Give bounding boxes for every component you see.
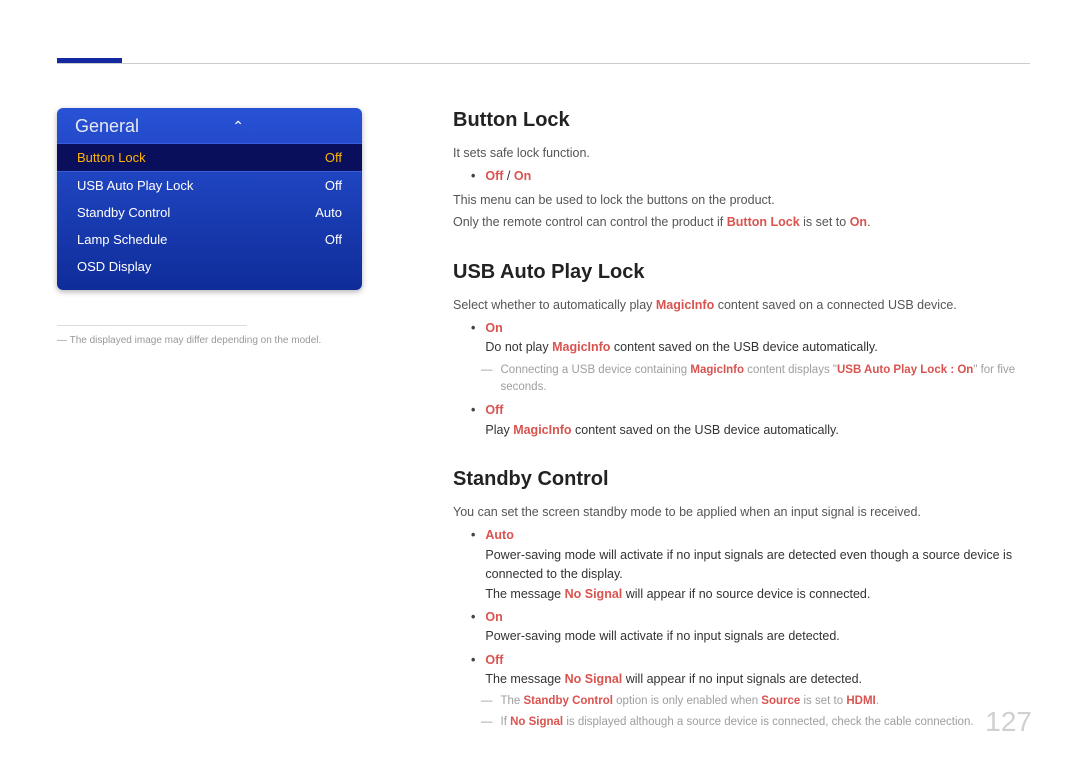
note: ― If No Signal is displayed although a s…: [481, 714, 1030, 732]
osd-item-value: Auto: [315, 205, 342, 220]
note-body: The Standby Control option is only enabl…: [501, 693, 879, 711]
option-off: Off: [485, 169, 503, 183]
bullet-on: • On Power-saving mode will activate if …: [453, 608, 1030, 647]
osd-menu-title: General: [75, 116, 139, 137]
bullet-body: Off / On: [485, 167, 1030, 186]
footnote-rule: [57, 325, 247, 326]
bullet-on: • On Do not play MagicInfo content saved…: [453, 319, 1030, 358]
heading-button-lock: Button Lock: [453, 105, 1030, 136]
bullet-icon: •: [453, 608, 475, 647]
header-rule: [57, 63, 1030, 64]
osd-menu-panel: General ⌃ Button Lock Off USB Auto Play …: [57, 108, 362, 290]
dash-icon: ―: [481, 714, 493, 732]
slash: /: [503, 169, 513, 183]
bullet-icon: •: [453, 319, 475, 358]
bullet-off: • Off Play MagicInfo content saved on th…: [453, 401, 1030, 440]
bullet-icon: •: [453, 651, 475, 690]
dash-icon: ―: [481, 693, 493, 711]
bullet-icon: •: [453, 401, 475, 440]
bullet-off: • Off The message No Signal will appear …: [453, 651, 1030, 690]
note: ― The Standby Control option is only ena…: [481, 693, 1030, 711]
text: This menu can be used to lock the button…: [453, 191, 1030, 210]
bullet-icon: •: [453, 526, 475, 604]
osd-item-button-lock[interactable]: Button Lock Off: [57, 143, 362, 172]
note: ― Connecting a USB device containing Mag…: [481, 362, 1030, 398]
heading-standby-control: Standby Control: [453, 464, 1030, 495]
note-body: If No Signal is displayed although a sou…: [501, 714, 974, 732]
text: Select whether to automatically play Mag…: [453, 296, 1030, 315]
bullet-body: Off The message No Signal will appear if…: [485, 651, 1030, 690]
osd-item-label: Button Lock: [77, 150, 146, 165]
text: It sets safe lock function.: [453, 144, 1030, 163]
osd-item-usb-auto-play-lock[interactable]: USB Auto Play Lock Off: [57, 172, 362, 199]
bullet-body: On Do not play MagicInfo content saved o…: [485, 319, 1030, 358]
bullet-body: On Power-saving mode will activate if no…: [485, 608, 1030, 647]
bullet: • Off / On: [453, 167, 1030, 186]
osd-item-label: USB Auto Play Lock: [77, 178, 193, 193]
osd-menu-header: General ⌃: [57, 108, 362, 143]
osd-item-label: OSD Display: [77, 259, 151, 274]
osd-item-label: Lamp Schedule: [77, 232, 167, 247]
heading-usb-auto-play-lock: USB Auto Play Lock: [453, 257, 1030, 288]
option-on: On: [514, 169, 531, 183]
osd-item-osd-display[interactable]: OSD Display: [57, 253, 362, 280]
bullet-auto: • Auto Power-saving mode will activate i…: [453, 526, 1030, 604]
text: Only the remote control can control the …: [453, 213, 1030, 232]
doc-content: Button Lock It sets safe lock function. …: [453, 105, 1030, 735]
osd-item-lamp-schedule[interactable]: Lamp Schedule Off: [57, 226, 362, 253]
osd-item-value: Off: [325, 178, 342, 193]
dash-icon: ―: [481, 362, 493, 398]
bullet-body: Off Play MagicInfo content saved on the …: [485, 401, 1030, 440]
bullet-icon: •: [453, 167, 475, 186]
dash-glyph: ―: [57, 335, 67, 346]
osd-item-label: Standby Control: [77, 205, 170, 220]
text: You can set the screen standby mode to b…: [453, 503, 1030, 522]
osd-item-standby-control[interactable]: Standby Control Auto: [57, 199, 362, 226]
footnote: ― The displayed image may differ dependi…: [57, 335, 321, 346]
bullet-body: Auto Power-saving mode will activate if …: [485, 526, 1030, 604]
osd-item-value: Off: [325, 232, 342, 247]
note-body: Connecting a USB device containing Magic…: [501, 362, 1031, 398]
footnote-text: The displayed image may differ depending…: [70, 335, 322, 346]
page-number: 127: [985, 706, 1032, 738]
chevron-up-icon[interactable]: ⌃: [232, 118, 244, 135]
osd-item-value: Off: [325, 150, 342, 165]
